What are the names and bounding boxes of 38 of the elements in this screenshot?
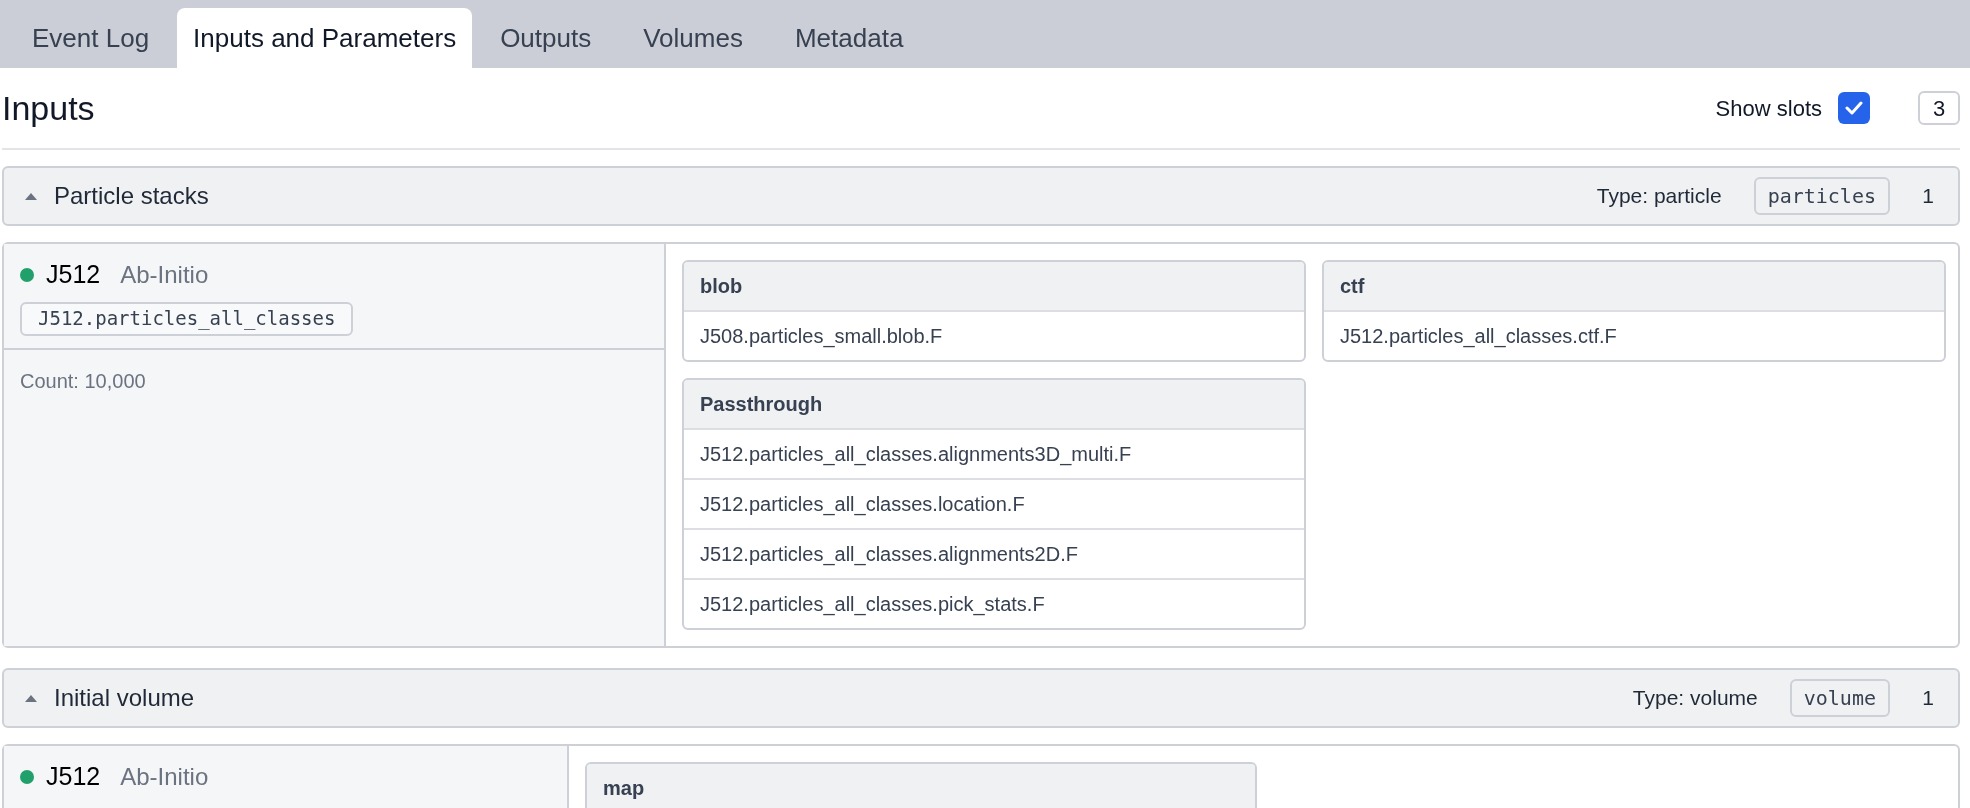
tab[interactable]: Inputs and Parameters [177, 8, 473, 68]
show-slots-label: Show slots [1715, 94, 1822, 123]
slot-value: J512.particles_all_classes.ctf.F [1324, 310, 1944, 360]
slot-value: J512.particles_all_classes.alignments2D.F [684, 528, 1304, 578]
page-heading: Inputs [2, 87, 95, 129]
slot-value: J512.particles_all_classes.location.F [684, 478, 1304, 528]
slot-value: J512.particles_all_classes.alignments3D_multi.F [684, 428, 1304, 478]
section-title: Particle stacks [54, 181, 209, 211]
section-header[interactable]: Particle stacks Type: particle particles 1 [2, 166, 1960, 226]
slot-name: blob [684, 262, 1304, 310]
particle-count: Count: 10,000 [19, 368, 147, 394]
slot-name: map [587, 764, 1255, 808]
type-tag: volume [1789, 679, 1890, 717]
tab[interactable]: Event Log [8, 8, 174, 68]
output-tag: J512.particles_all_classes [20, 301, 354, 336]
section-count: 1 [1921, 183, 1935, 210]
tab[interactable]: Metadata [770, 8, 928, 68]
slot-name: Passthrough [684, 380, 1304, 428]
section-header[interactable]: Initial volume Type: volume volume 1 [2, 668, 1960, 728]
slot-value: J508.particles_small.blob.F [684, 310, 1304, 360]
job-type: Ab-Initio [120, 761, 209, 792]
job-id[interactable]: J512 [46, 256, 101, 294]
type-label: Type: particle [1596, 183, 1722, 210]
show-slots-checkbox[interactable] [1838, 92, 1870, 124]
section-count: 1 [1921, 685, 1935, 712]
type-tag: particles [1753, 177, 1890, 215]
job-type: Ab-Initio [120, 259, 209, 290]
check-icon [1845, 101, 1863, 115]
caret-up-icon[interactable] [24, 191, 38, 201]
caret-up-icon[interactable] [24, 693, 38, 703]
tab[interactable]: Outputs [476, 8, 616, 68]
tab[interactable]: Volumes [619, 8, 767, 68]
input-count: 3 [1918, 91, 1960, 125]
job-id[interactable]: J512 [46, 758, 101, 796]
type-label: Type: volume [1632, 685, 1758, 712]
slot-value: J512.particles_all_classes.pick_stats.F [684, 578, 1304, 628]
slot-name: ctf [1324, 262, 1944, 310]
section-title: Initial volume [54, 683, 195, 713]
